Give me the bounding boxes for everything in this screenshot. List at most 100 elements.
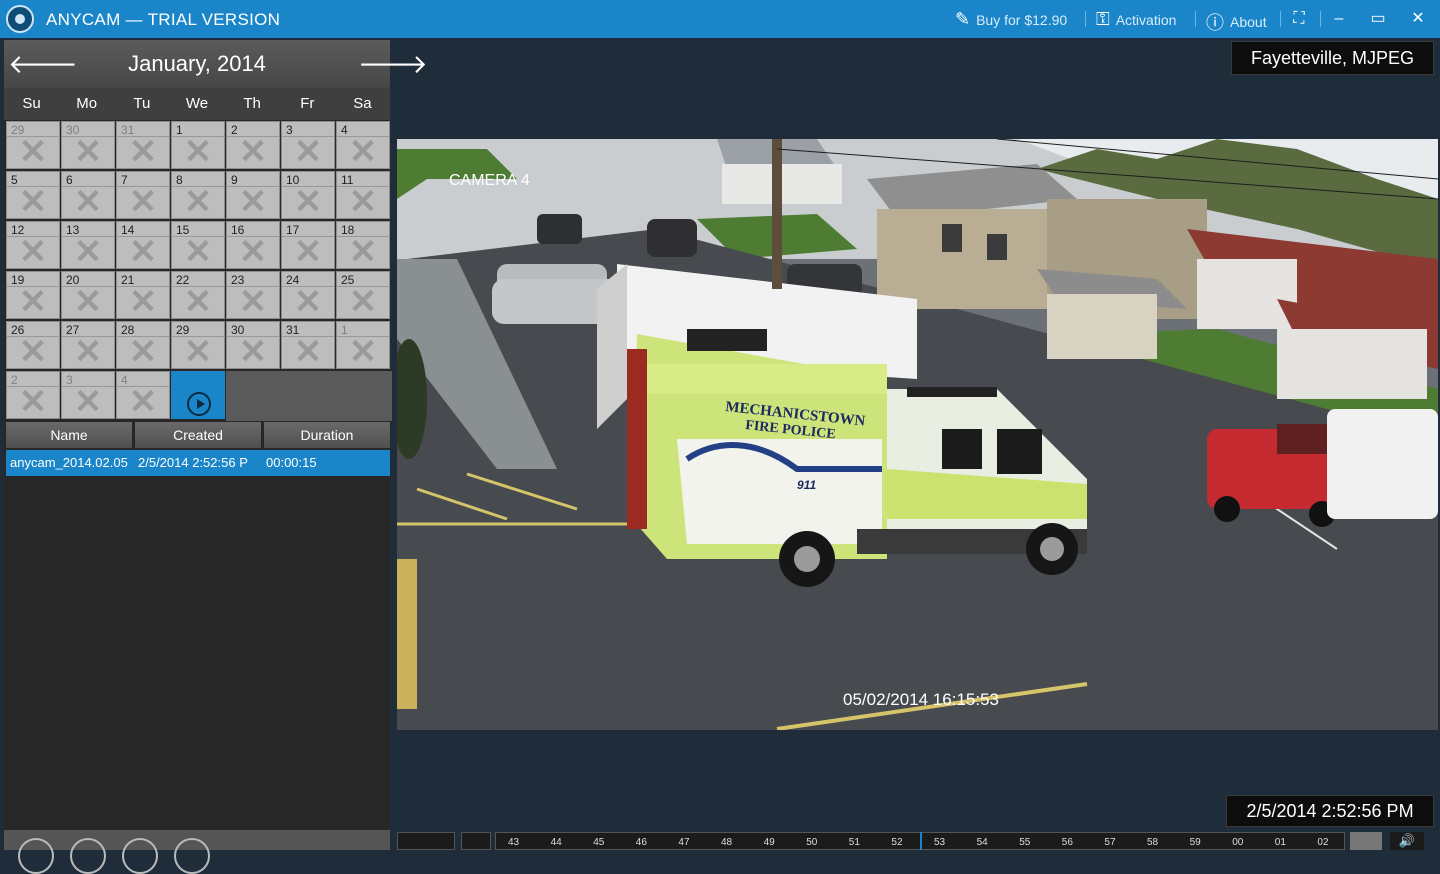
recordings-header: Name Created Duration xyxy=(6,422,390,448)
calendar-day[interactable]: 31 ✕ xyxy=(116,121,170,169)
no-recording-x-icon: ✕ xyxy=(293,183,323,221)
calendar-day[interactable]: 4 ✕ xyxy=(116,371,170,419)
recording-row[interactable]: anycam_2014.02.05 2/5/2014 2:52:56 P 00:… xyxy=(6,450,390,476)
timeline-tick-label: 01 xyxy=(1274,837,1286,848)
calendar-day[interactable]: 29 ✕ xyxy=(6,121,60,169)
no-recording-x-icon: ✕ xyxy=(73,383,103,421)
calendar-day[interactable]: 8 ✕ xyxy=(171,171,225,219)
buy-label: Buy for $12.90 xyxy=(976,11,1068,28)
timeline-tick-label: 00 xyxy=(1232,837,1244,848)
timeline-tick-label: 56 xyxy=(1061,837,1073,848)
volume-icon[interactable]: 🔊 xyxy=(1390,832,1424,850)
key-icon: ⚿ xyxy=(1096,9,1110,29)
minimize-icon[interactable]: – xyxy=(1328,8,1350,30)
calendar-day[interactable]: 26 ✕ xyxy=(6,321,60,369)
calendar-day[interactable]: 1 ✕ xyxy=(336,321,390,369)
calendar-day[interactable]: 4 ✕ xyxy=(336,121,390,169)
control-button[interactable] xyxy=(70,838,106,874)
calendar-day[interactable]: 19 ✕ xyxy=(6,271,60,319)
timeline-zoom-box[interactable] xyxy=(397,832,455,850)
calendar-day[interactable]: 12 ✕ xyxy=(6,221,60,269)
timeline-tick-label: 43 xyxy=(508,837,520,848)
calendar-day[interactable]: 6 ✕ xyxy=(61,171,115,219)
about-button[interactable]: ⓘ About xyxy=(1206,9,1267,35)
timeline-position-marker[interactable] xyxy=(920,832,922,850)
video-frame[interactable]: CAMERA 4 05/02/2014 16:15:53 MECHANICSTO… xyxy=(397,139,1438,730)
calendar-day[interactable]: 7 ✕ xyxy=(116,171,170,219)
calendar-day[interactable]: 2 ✕ xyxy=(226,121,280,169)
calendar-day[interactable]: 30 ✕ xyxy=(226,321,280,369)
calendar-day[interactable]: 28 ✕ xyxy=(116,321,170,369)
anycam-logo-icon xyxy=(6,5,34,33)
no-recording-x-icon: ✕ xyxy=(348,133,378,171)
calendar-day[interactable]: 24 ✕ xyxy=(281,271,335,319)
no-recording-x-icon: ✕ xyxy=(238,183,268,221)
calendar-day[interactable]: 14 ✕ xyxy=(116,221,170,269)
control-button[interactable] xyxy=(174,838,210,874)
buy-button[interactable]: ✎ Buy for $12.90 xyxy=(955,9,1067,30)
calendar-day[interactable]: 31 ✕ xyxy=(281,321,335,369)
calendar-day[interactable]: 23 ✕ xyxy=(226,271,280,319)
control-button[interactable] xyxy=(122,838,158,874)
fullscreen-icon[interactable]: ⛶ xyxy=(1288,8,1310,30)
separator xyxy=(1320,11,1321,27)
calendar-day[interactable]: 2 ✕ xyxy=(6,371,60,419)
calendar-day[interactable]: 9 ✕ xyxy=(226,171,280,219)
weekday-label: Tu xyxy=(133,95,151,112)
calendar-day[interactable]: 13 ✕ xyxy=(61,221,115,269)
calendar-day[interactable]: 20 ✕ xyxy=(61,271,115,319)
left-panel: 🡐 January, 2014 🡒 Su Mo Tu We Th Fr Sa 2… xyxy=(4,40,428,874)
no-recording-x-icon: ✕ xyxy=(183,133,213,171)
calendar-day[interactable]: 29 ✕ xyxy=(171,321,225,369)
calendar-day[interactable]: 18 ✕ xyxy=(336,221,390,269)
no-recording-x-icon: ✕ xyxy=(293,333,323,371)
maximize-icon[interactable]: ▭ xyxy=(1367,8,1389,30)
calendar-day[interactable]: 3 ✕ xyxy=(281,121,335,169)
activation-button[interactable]: ⚿ Activation xyxy=(1096,9,1176,30)
calendar-day[interactable]: 22 ✕ xyxy=(171,271,225,319)
calendar-day[interactable]: 21 ✕ xyxy=(116,271,170,319)
calendar-day[interactable]: 15 ✕ xyxy=(171,221,225,269)
close-icon[interactable]: ✕ xyxy=(1407,8,1429,30)
no-recording-x-icon: ✕ xyxy=(183,183,213,221)
no-recording-x-icon: ✕ xyxy=(293,133,323,171)
calendar-day[interactable]: 17 ✕ xyxy=(281,221,335,269)
recording-name: anycam_2014.02.05 xyxy=(10,455,128,470)
no-recording-x-icon: ✕ xyxy=(18,183,48,221)
timeline-tick-label: 55 xyxy=(1019,837,1031,848)
column-header-name[interactable]: Name xyxy=(6,422,132,448)
no-recording-x-icon: ✕ xyxy=(18,383,48,421)
timeline-tick-label: 59 xyxy=(1189,837,1201,848)
column-header-created[interactable]: Created xyxy=(135,422,261,448)
timeline-tick-label: 58 xyxy=(1147,837,1159,848)
calendar-day[interactable]: 1 ✕ xyxy=(171,121,225,169)
calendar-day[interactable]: 10 ✕ xyxy=(281,171,335,219)
timeline[interactable]: 43 44 45 46 47 48 49 50 51 52 53 54 55 56 57 58 59 00 01 02 xyxy=(397,832,1440,850)
calendar-day[interactable]: 5 ✕ xyxy=(6,171,60,219)
timeline-scroll-handle[interactable] xyxy=(1350,832,1382,850)
control-button[interactable] xyxy=(18,838,54,874)
edit-icon: ✎ xyxy=(955,9,971,29)
no-recording-x-icon: ✕ xyxy=(73,133,103,171)
no-recording-x-icon: ✕ xyxy=(238,283,268,321)
column-header-duration[interactable]: Duration xyxy=(264,422,390,448)
no-recording-x-icon: ✕ xyxy=(128,183,158,221)
calendar-day[interactable]: 16 ✕ xyxy=(226,221,280,269)
no-recording-x-icon: ✕ xyxy=(18,133,48,171)
camera-feed-image: CAMERA 4 05/02/2014 16:15:53 MECHANICSTO… xyxy=(397,139,1438,730)
no-recording-x-icon: ✕ xyxy=(348,233,378,271)
timeline-tick-label: 51 xyxy=(848,837,860,848)
timeline-step-box[interactable] xyxy=(461,832,491,850)
timeline-tick-label: 57 xyxy=(1104,837,1116,848)
separator xyxy=(1085,11,1086,27)
playback-timestamp: 2/5/2014 2:52:56 PM xyxy=(1226,795,1434,827)
calendar-day[interactable]: 11 ✕ xyxy=(336,171,390,219)
calendar-day[interactable]: 30 ✕ xyxy=(61,121,115,169)
play-circle-icon[interactable] xyxy=(187,392,211,416)
calendar-day[interactable]: 3 ✕ xyxy=(61,371,115,419)
next-month-arrow-icon[interactable]: 🡒 xyxy=(358,49,428,79)
calendar-day[interactable]: 25 ✕ xyxy=(336,271,390,319)
calendar-day[interactable] xyxy=(171,371,225,419)
no-recording-x-icon: ✕ xyxy=(18,333,48,371)
calendar-day[interactable]: 27 ✕ xyxy=(61,321,115,369)
